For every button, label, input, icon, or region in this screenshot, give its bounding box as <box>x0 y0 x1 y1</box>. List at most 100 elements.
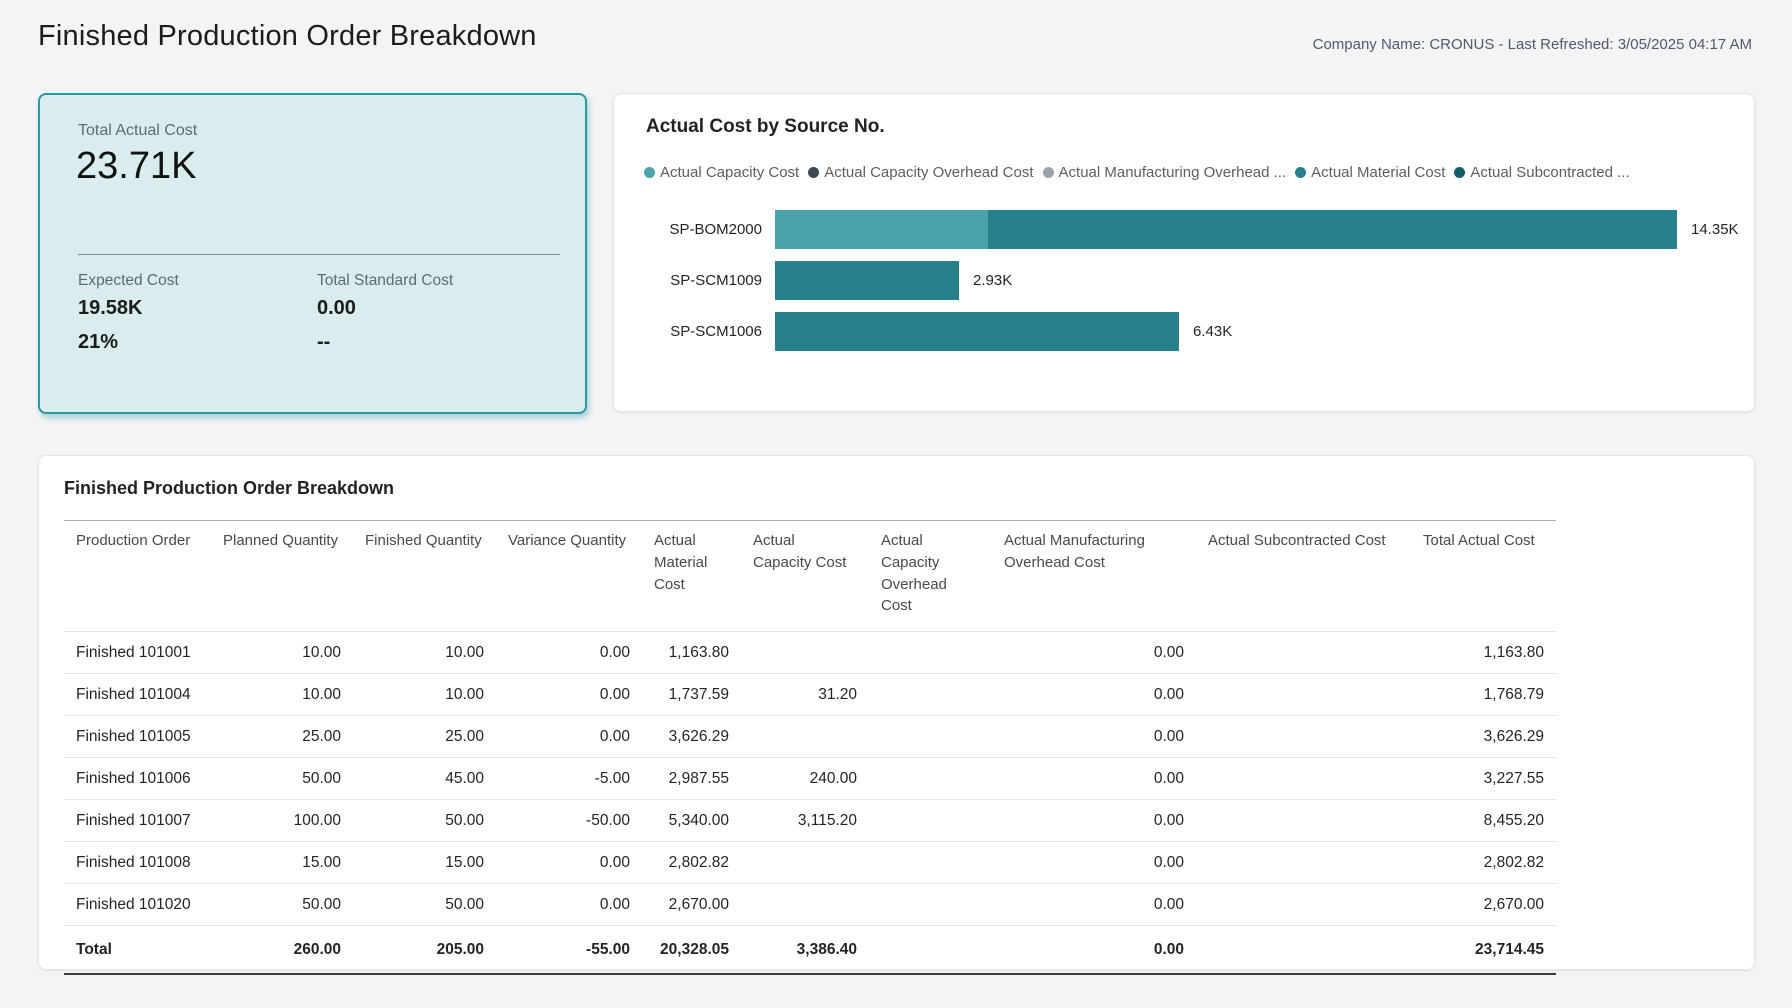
value-cell[interactable]: 50.00 <box>353 800 496 842</box>
legend-item[interactable]: Actual Capacity Cost <box>644 164 799 181</box>
column-header[interactable]: Total Actual Cost <box>1411 521 1556 632</box>
row-label-cell[interactable]: Finished 101005 <box>64 716 211 758</box>
value-cell[interactable]: 25.00 <box>211 716 353 758</box>
bar[interactable] <box>775 312 1179 351</box>
row-label-cell[interactable]: Finished 101006 <box>64 758 211 800</box>
value-cell[interactable]: 2,802.82 <box>642 842 741 884</box>
column-header[interactable]: Actual Capacity Overhead Cost <box>869 521 992 632</box>
value-cell[interactable]: -5.00 <box>496 758 642 800</box>
value-cell[interactable]: 100.00 <box>211 800 353 842</box>
value-cell[interactable]: 0.00 <box>992 884 1196 926</box>
value-cell[interactable]: 23,714.45 <box>1411 926 1556 975</box>
value-cell[interactable]: 45.00 <box>353 758 496 800</box>
value-cell[interactable] <box>741 842 869 884</box>
bar[interactable] <box>775 261 959 300</box>
bar-segment[interactable] <box>775 261 959 300</box>
bar-segment[interactable] <box>988 210 1677 249</box>
value-cell[interactable] <box>869 800 992 842</box>
value-cell[interactable] <box>1196 800 1411 842</box>
value-cell[interactable] <box>1196 884 1411 926</box>
value-cell[interactable]: 1,768.79 <box>1411 674 1556 716</box>
value-cell[interactable]: 0.00 <box>496 716 642 758</box>
value-cell[interactable]: 0.00 <box>992 674 1196 716</box>
bar[interactable] <box>775 210 1677 249</box>
value-cell[interactable]: -55.00 <box>496 926 642 975</box>
value-cell[interactable]: 31.20 <box>741 674 869 716</box>
legend-item[interactable]: Actual Capacity Overhead Cost <box>808 164 1033 181</box>
value-cell[interactable] <box>741 632 869 674</box>
value-cell[interactable]: 20,328.05 <box>642 926 741 975</box>
value-cell[interactable]: 260.00 <box>211 926 353 975</box>
value-cell[interactable] <box>1196 842 1411 884</box>
value-cell[interactable]: 25.00 <box>353 716 496 758</box>
row-label-cell[interactable]: Finished 101004 <box>64 674 211 716</box>
value-cell[interactable]: 8,455.20 <box>1411 800 1556 842</box>
column-header[interactable]: Production Order <box>64 521 211 632</box>
value-cell[interactable]: 0.00 <box>992 716 1196 758</box>
value-cell[interactable]: 3,227.55 <box>1411 758 1556 800</box>
value-cell[interactable] <box>869 632 992 674</box>
value-cell[interactable]: 10.00 <box>211 674 353 716</box>
value-cell[interactable]: 205.00 <box>353 926 496 975</box>
row-label-cell[interactable]: Total <box>64 926 211 975</box>
value-cell[interactable]: 0.00 <box>992 758 1196 800</box>
row-label-cell[interactable]: Finished 101007 <box>64 800 211 842</box>
value-cell[interactable] <box>869 758 992 800</box>
value-cell[interactable]: 2,802.82 <box>1411 842 1556 884</box>
value-cell[interactable]: -50.00 <box>496 800 642 842</box>
value-cell[interactable]: 0.00 <box>992 632 1196 674</box>
column-header[interactable]: Planned Quantity <box>211 521 353 632</box>
legend-item[interactable]: Actual Material Cost <box>1295 164 1445 181</box>
column-header[interactable]: Finished Quantity <box>353 521 496 632</box>
column-header[interactable]: Actual Subcontracted Cost <box>1196 521 1411 632</box>
value-cell[interactable] <box>869 716 992 758</box>
value-cell[interactable]: 3,115.20 <box>741 800 869 842</box>
value-cell[interactable] <box>1196 632 1411 674</box>
value-cell[interactable]: 3,626.29 <box>1411 716 1556 758</box>
legend-item[interactable]: Actual Manufacturing Overhead ... <box>1043 164 1287 181</box>
value-cell[interactable]: 10.00 <box>211 632 353 674</box>
value-cell[interactable]: 15.00 <box>353 842 496 884</box>
row-label-cell[interactable]: Finished 101001 <box>64 632 211 674</box>
value-cell[interactable]: 0.00 <box>496 674 642 716</box>
column-header[interactable]: Actual Manufacturing Overhead Cost <box>992 521 1196 632</box>
value-cell[interactable]: 0.00 <box>496 632 642 674</box>
value-cell[interactable]: 10.00 <box>353 632 496 674</box>
value-cell[interactable]: 15.00 <box>211 842 353 884</box>
value-cell[interactable]: 1,737.59 <box>642 674 741 716</box>
row-label-cell[interactable]: Finished 101008 <box>64 842 211 884</box>
value-cell[interactable] <box>1196 674 1411 716</box>
column-header[interactable]: Actual Material Cost <box>642 521 741 632</box>
value-cell[interactable]: 0.00 <box>496 884 642 926</box>
value-cell[interactable]: 0.00 <box>992 842 1196 884</box>
value-cell[interactable] <box>869 926 992 975</box>
kpi-card-total-actual-cost[interactable]: Total Actual Cost 23.71K Expected Cost 1… <box>38 93 587 414</box>
value-cell[interactable]: 1,163.80 <box>642 632 741 674</box>
value-cell[interactable]: 0.00 <box>496 842 642 884</box>
value-cell[interactable]: 50.00 <box>211 884 353 926</box>
value-cell[interactable] <box>741 716 869 758</box>
value-cell[interactable] <box>1196 716 1411 758</box>
value-cell[interactable]: 0.00 <box>992 800 1196 842</box>
value-cell[interactable]: 240.00 <box>741 758 869 800</box>
value-cell[interactable]: 2,670.00 <box>642 884 741 926</box>
value-cell[interactable] <box>869 842 992 884</box>
value-cell[interactable]: 10.00 <box>353 674 496 716</box>
legend-item[interactable]: Actual Subcontracted ... <box>1454 164 1629 181</box>
value-cell[interactable] <box>869 884 992 926</box>
value-cell[interactable]: 3,386.40 <box>741 926 869 975</box>
bar-segment[interactable] <box>775 210 988 249</box>
value-cell[interactable]: 2,987.55 <box>642 758 741 800</box>
value-cell[interactable]: 1,163.80 <box>1411 632 1556 674</box>
bar-segment[interactable] <box>775 312 1179 351</box>
value-cell[interactable]: 50.00 <box>211 758 353 800</box>
value-cell[interactable]: 5,340.00 <box>642 800 741 842</box>
value-cell[interactable] <box>1196 758 1411 800</box>
value-cell[interactable] <box>1196 926 1411 975</box>
column-header[interactable]: Variance Quantity <box>496 521 642 632</box>
row-label-cell[interactable]: Finished 101020 <box>64 884 211 926</box>
value-cell[interactable]: 0.00 <box>992 926 1196 975</box>
column-header[interactable]: Actual Capacity Cost <box>741 521 869 632</box>
value-cell[interactable]: 3,626.29 <box>642 716 741 758</box>
value-cell[interactable]: 2,670.00 <box>1411 884 1556 926</box>
